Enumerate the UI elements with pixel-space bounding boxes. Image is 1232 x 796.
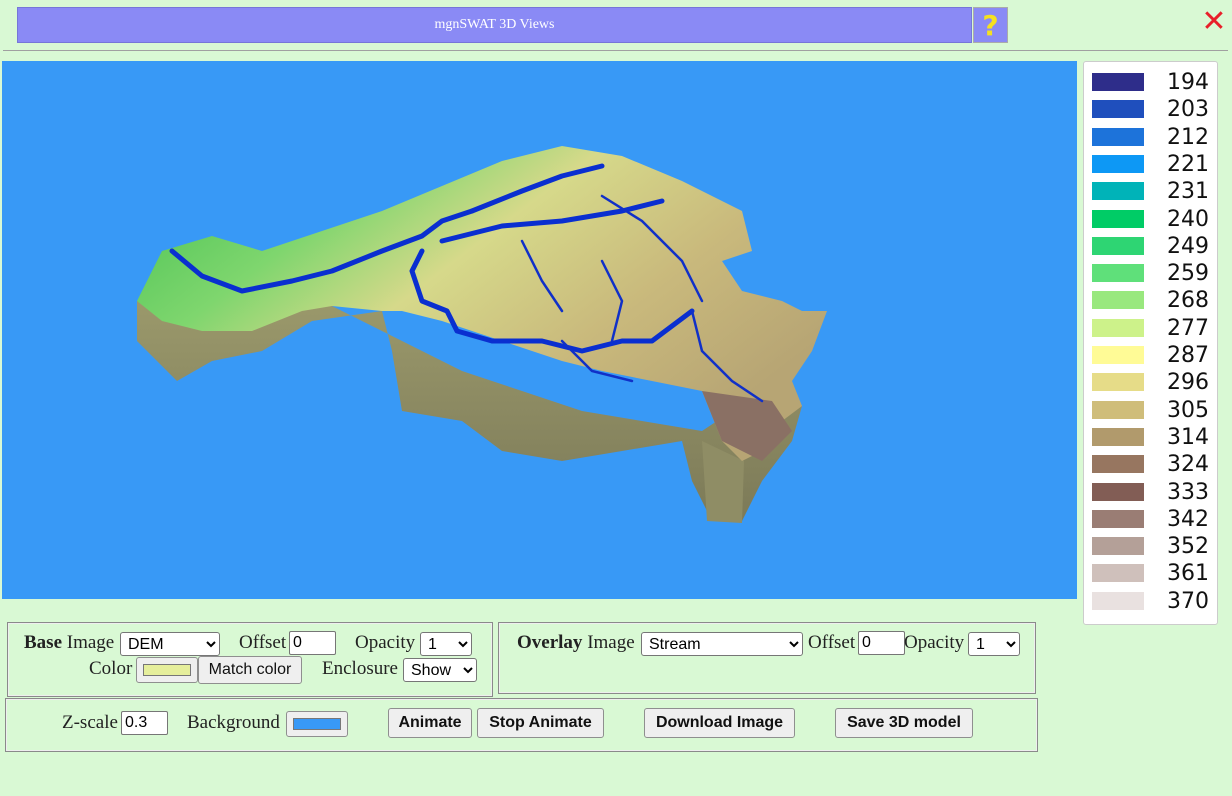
legend-swatch: [1092, 100, 1144, 119]
help-button[interactable]: ?: [973, 7, 1008, 43]
legend-swatch: [1092, 509, 1144, 528]
legend-label: 240: [1167, 206, 1209, 232]
base-image-label: Base Image: [24, 632, 115, 653]
legend-swatch: [1092, 264, 1144, 283]
legend-item: 212: [1084, 125, 1219, 152]
legend-item: 305: [1084, 398, 1219, 425]
match-color-button[interactable]: Match color: [198, 656, 302, 684]
legend-item: 277: [1084, 316, 1219, 343]
overlay-opacity-label: Opacity: [904, 632, 965, 653]
legend-label: 287: [1167, 343, 1209, 368]
legend-label: 194: [1167, 70, 1209, 95]
legend-item: 259: [1084, 261, 1219, 288]
legend-swatch: [1092, 209, 1144, 228]
overlay-heading: Overlay: [517, 632, 583, 653]
close-icon[interactable]: ✕: [1200, 7, 1228, 37]
controls-panel: Z-scale Background Animate Stop Animate …: [5, 698, 1038, 752]
zscale-input[interactable]: [121, 711, 168, 735]
terrain-model: [137, 146, 827, 523]
legend-label: 259: [1167, 261, 1209, 287]
3d-view-canvas[interactable]: [2, 61, 1077, 599]
legend-item: 287: [1084, 343, 1219, 370]
legend-label: 314: [1167, 424, 1209, 450]
legend-swatch: [1092, 236, 1144, 255]
base-panel: Base Image DEM Offset Opacity 1 Color Ma…: [7, 622, 493, 697]
legend-swatch: [1092, 482, 1144, 501]
enclosure-label: Enclosure: [322, 658, 398, 679]
window-title: mgnSWAT 3D Views: [17, 7, 972, 43]
legend-swatch: [1092, 127, 1144, 146]
legend-label: 249: [1167, 233, 1209, 259]
base-image-select[interactable]: DEM: [120, 632, 220, 656]
enclosure-select[interactable]: Show: [403, 658, 477, 682]
base-opacity-select[interactable]: 1: [420, 632, 472, 656]
legend-item: 231: [1084, 179, 1219, 206]
legend-item: 342: [1084, 507, 1219, 534]
download-image-button[interactable]: Download Image: [644, 708, 795, 738]
legend-label: 333: [1167, 479, 1209, 505]
legend-item: 194: [1084, 70, 1219, 97]
background-label: Background: [187, 712, 280, 733]
legend-swatch: [1092, 455, 1144, 474]
overlay-opacity-select[interactable]: 1: [968, 632, 1020, 656]
legend-item: 361: [1084, 561, 1219, 588]
legend-item: 249: [1084, 234, 1219, 261]
legend-label: 361: [1167, 561, 1209, 587]
save-3d-model-button[interactable]: Save 3D model: [835, 708, 973, 738]
base-color-picker[interactable]: [136, 657, 198, 683]
stop-animate-button[interactable]: Stop Animate: [477, 708, 604, 738]
legend-label: 305: [1167, 397, 1209, 423]
legend-swatch: [1092, 154, 1144, 173]
overlay-image-select[interactable]: Stream: [641, 632, 803, 656]
legend-label: 221: [1167, 151, 1209, 177]
legend-label: 203: [1167, 97, 1209, 123]
animate-button[interactable]: Animate: [388, 708, 472, 738]
legend-item: 221: [1084, 152, 1219, 179]
legend-swatch: [1092, 564, 1144, 583]
overlay-panel: Overlay Image Stream Offset Opacity 1: [498, 622, 1036, 694]
legend-item: 333: [1084, 480, 1219, 507]
divider: [3, 50, 1228, 51]
legend-item: 314: [1084, 425, 1219, 452]
legend-swatch: [1092, 318, 1144, 337]
legend-swatch: [1092, 427, 1144, 446]
legend-item: 296: [1084, 370, 1219, 397]
elevation-legend: 194 203 212 221 231 240 249 259 268 277 287 296 305 3…: [1083, 61, 1218, 625]
legend-item: 268: [1084, 288, 1219, 315]
base-color-label: Color: [89, 658, 133, 679]
legend-swatch: [1092, 73, 1144, 91]
legend-swatch: [1092, 400, 1144, 419]
zscale-label: Z-scale: [62, 712, 118, 733]
legend-label: 352: [1167, 534, 1209, 560]
legend-swatch: [1092, 346, 1144, 364]
legend-label: 231: [1167, 179, 1209, 205]
background-color-picker[interactable]: [286, 711, 348, 737]
base-offset-input[interactable]: [289, 631, 336, 655]
legend-label: 296: [1167, 370, 1209, 396]
legend-label: 268: [1167, 288, 1209, 314]
base-offset-label: Offset: [239, 632, 287, 653]
legend-item: 324: [1084, 452, 1219, 479]
overlay-offset-label: Offset: [808, 632, 856, 653]
base-heading: Base: [24, 632, 62, 653]
legend-swatch: [1092, 373, 1144, 392]
legend-item: 370: [1084, 589, 1219, 616]
legend-swatch: [1092, 537, 1144, 556]
legend-label: 370: [1167, 588, 1209, 614]
legend-item: 352: [1084, 534, 1219, 561]
base-opacity-label: Opacity: [355, 632, 416, 653]
legend-item: 240: [1084, 207, 1219, 234]
overlay-offset-input[interactable]: [858, 631, 905, 655]
overlay-image-label: Overlay Image: [517, 632, 635, 653]
legend-label: 324: [1167, 452, 1209, 478]
legend-swatch: [1092, 591, 1144, 610]
legend-label: 277: [1167, 315, 1209, 341]
legend-label: 212: [1167, 124, 1209, 150]
legend-item: 203: [1084, 97, 1219, 124]
legend-swatch: [1092, 291, 1144, 310]
legend-swatch: [1092, 182, 1144, 201]
legend-label: 342: [1167, 506, 1209, 532]
